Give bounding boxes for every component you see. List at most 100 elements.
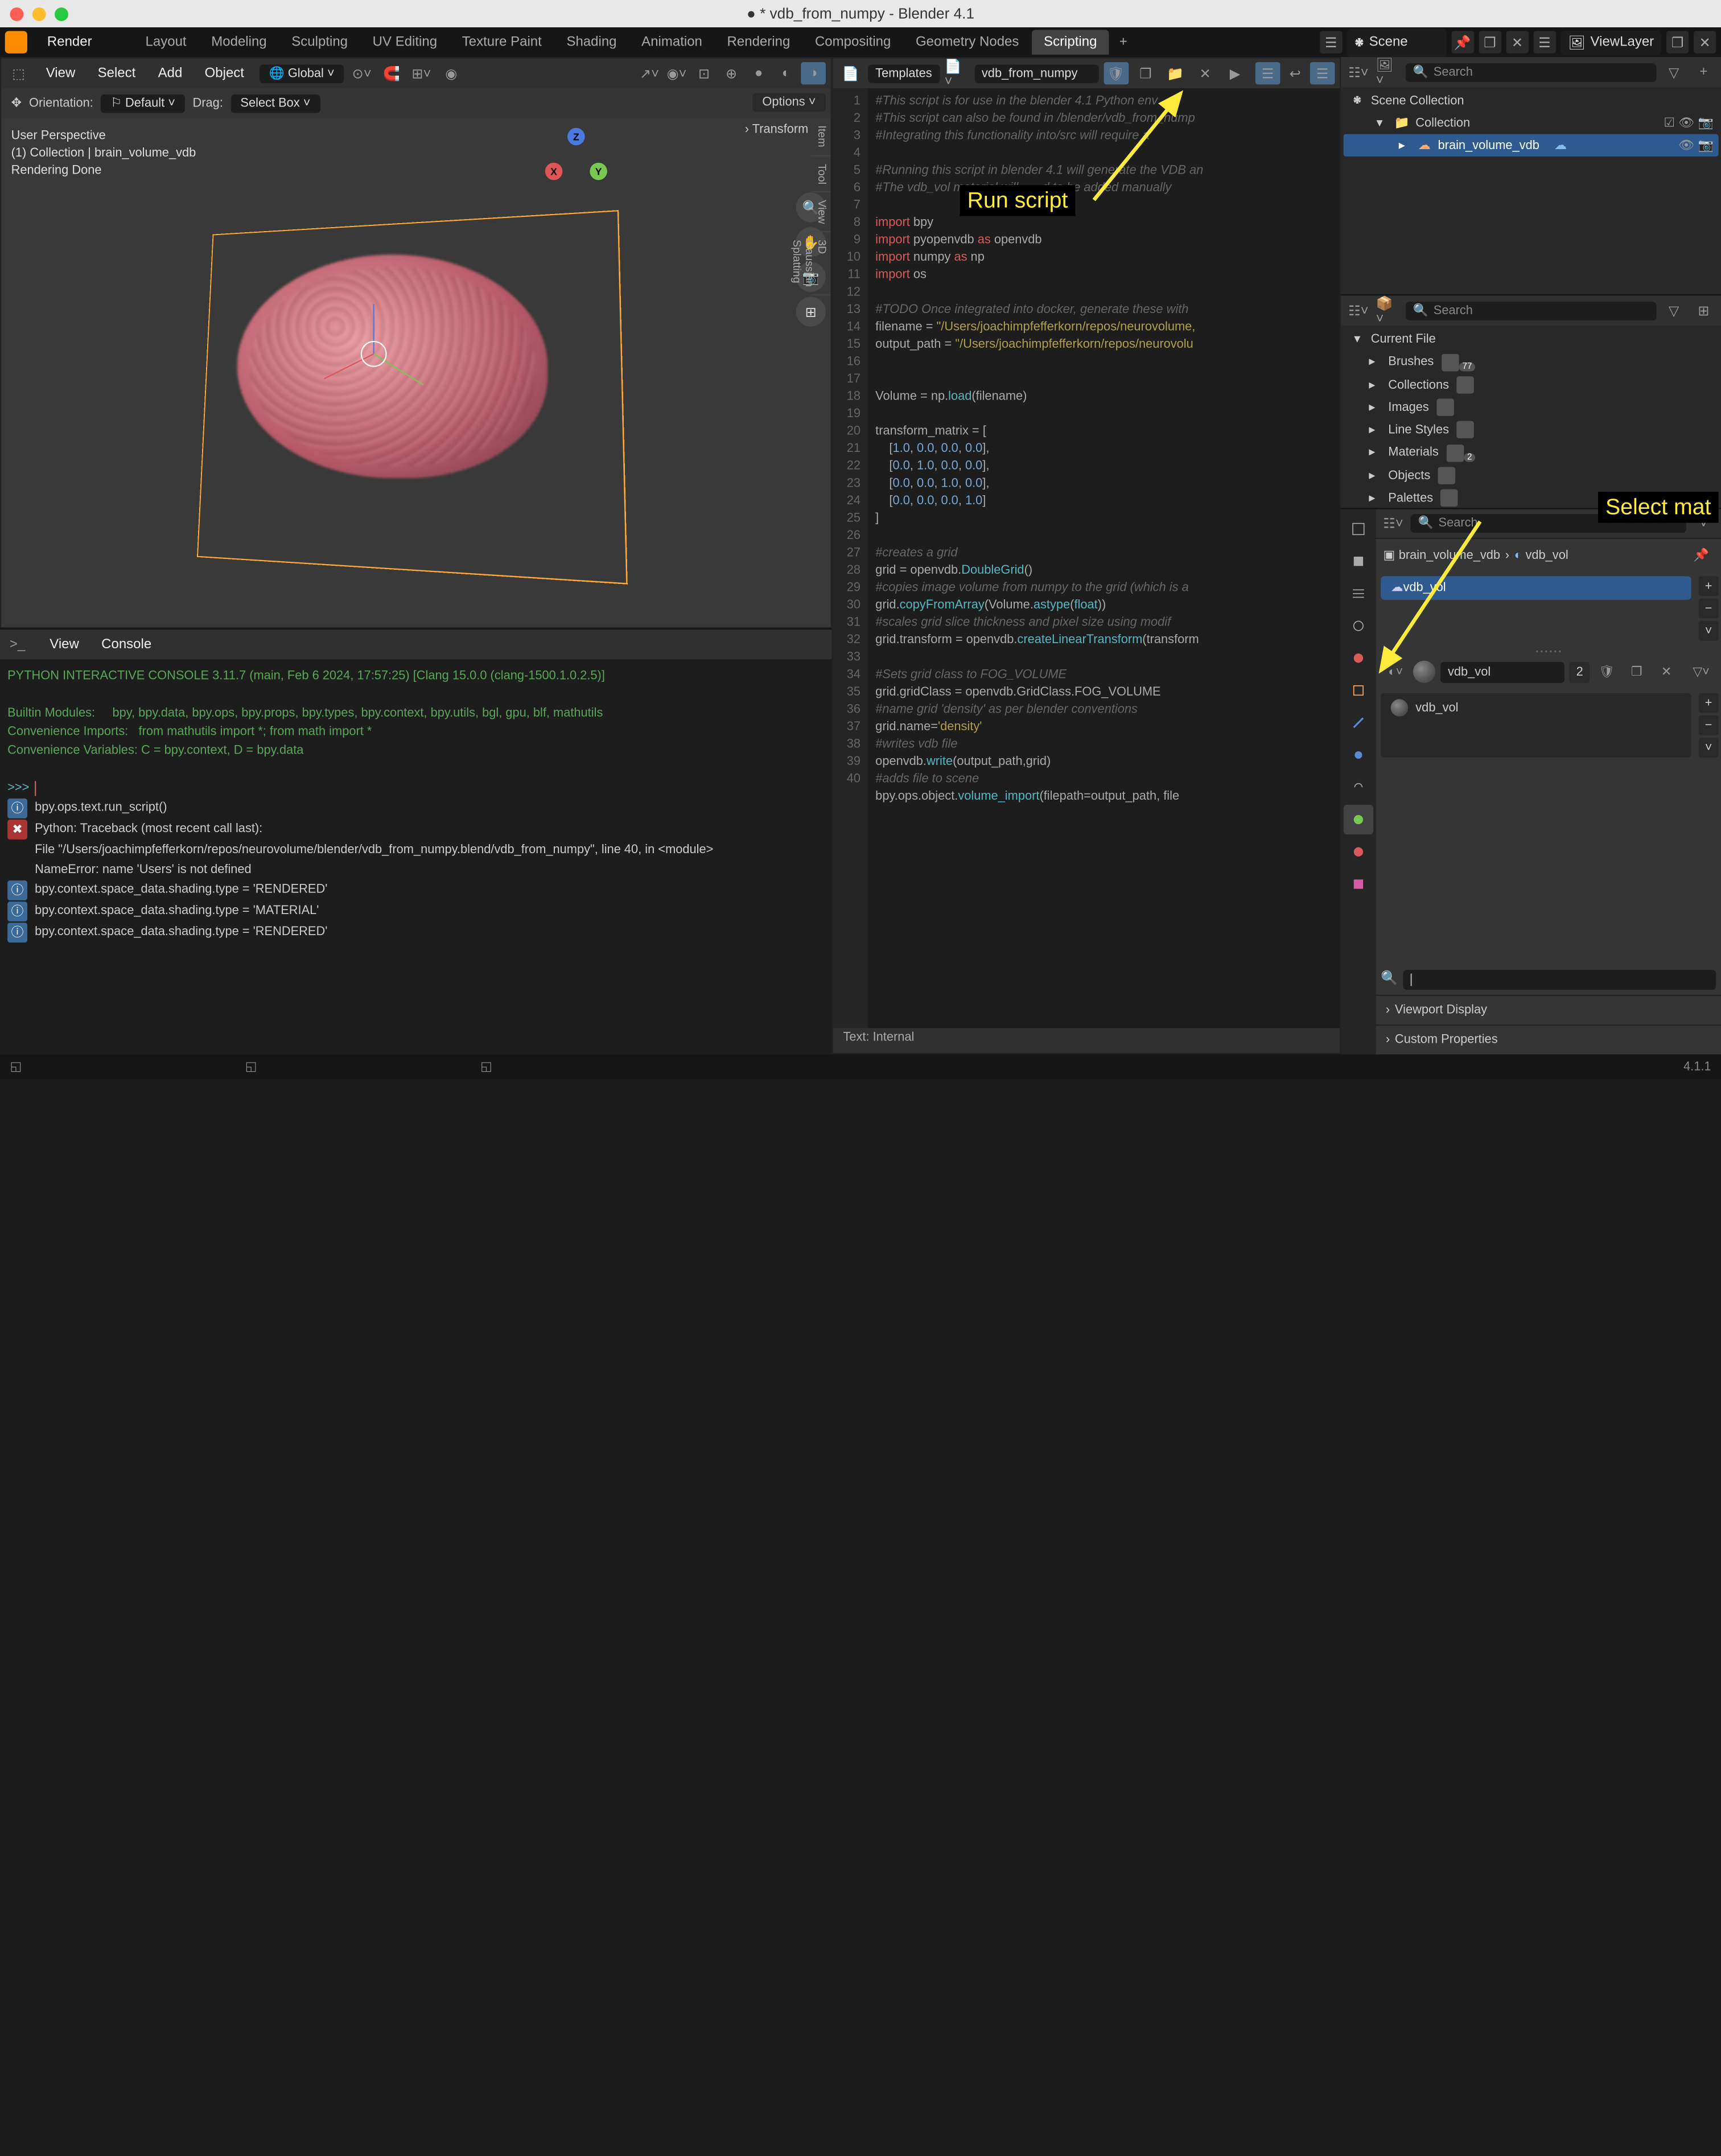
corner-widget[interactable]: ◱ (10, 1060, 22, 1073)
workspace-tab-compositing[interactable]: Compositing (802, 30, 903, 55)
overlay-dropdown[interactable]: ◉˅ (664, 62, 689, 84)
console-menu-console[interactable]: Console (92, 633, 162, 656)
prop-tab-constraints[interactable] (1344, 772, 1373, 802)
run-script-button[interactable]: ▶ (1222, 62, 1247, 84)
snap-dropdown[interactable]: ⊞˅ (409, 62, 434, 84)
slot-menu-button[interactable]: ˅ (1699, 621, 1719, 641)
pin-icon[interactable]: 📌 (1689, 544, 1714, 566)
outliner-search[interactable]: 🔍Search (1406, 63, 1657, 81)
templates-menu[interactable]: Templates (868, 64, 940, 83)
asset-category-images[interactable]: ▸Images (1344, 396, 1719, 418)
custom-properties-panel[interactable]: ›Custom Properties (1376, 1024, 1721, 1054)
new-text-button[interactable]: ❐ (1133, 62, 1158, 84)
close-window-button[interactable] (10, 7, 23, 20)
material-options[interactable]: ▽˅ (1689, 661, 1714, 683)
scene-browse-button[interactable]: ☰ (1320, 31, 1342, 54)
prop-tab-modifiers[interactable] (1344, 708, 1373, 738)
viewport-menu-add[interactable]: Add (148, 62, 192, 84)
corner-widget-2[interactable]: ◱ (245, 1060, 257, 1073)
checkbox-icon[interactable]: ☑ (1664, 116, 1675, 130)
properties-search[interactable]: 🔍Search (1411, 514, 1686, 533)
outliner-collection[interactable]: ▾📁Collection ☑👁📷 (1344, 112, 1719, 134)
material-users-count[interactable]: 2 (1570, 661, 1590, 682)
workspace-tab-geometry-nodes[interactable]: Geometry Nodes (903, 30, 1031, 55)
slot-add-button[interactable]: + (1699, 693, 1719, 713)
scene-name-field[interactable]: 🞹 Scene (1347, 28, 1447, 56)
prop-tab-scene[interactable] (1344, 611, 1373, 640)
camera-icon[interactable]: 📷 (1698, 116, 1714, 130)
data-outliner-type[interactable]: ☷˅ (1346, 299, 1371, 322)
remove-slot-button[interactable]: − (1699, 599, 1719, 619)
npanel-tab-tool[interactable]: Tool (811, 156, 831, 192)
material-browse-button[interactable]: ◐˅ (1384, 661, 1409, 683)
outliner-type[interactable]: ☷˅ (1346, 61, 1371, 83)
npanel-tab-item[interactable]: Item (811, 118, 831, 156)
text-editor-type[interactable]: 📄 (838, 62, 863, 84)
shading-solid[interactable]: ● (746, 62, 771, 84)
properties-options[interactable]: ˅ (1691, 512, 1716, 534)
viewlayer-name-field[interactable]: 🖼 ViewLayer (1561, 30, 1661, 54)
outliner-object-selected[interactable]: ▸☁brain_volume_vdb☁ 👁📷 (1344, 134, 1719, 157)
outliner[interactable]: ☷˅ 🖼˅ 🔍Search ▽ + 🞹Scene Collection ▾📁Co… (1341, 57, 1721, 295)
outliner-filter-button[interactable]: ▽ (1661, 61, 1686, 83)
eye-icon[interactable]: 👁 (1678, 116, 1694, 130)
line-numbers-toggle[interactable]: ☰ (1255, 62, 1281, 84)
proportional-toggle[interactable]: ◉ (439, 62, 464, 84)
prop-tab-render[interactable] (1344, 514, 1373, 544)
asset-category-collections[interactable]: ▸Collections (1344, 374, 1719, 396)
scene-pin-button[interactable]: 📌 (1451, 31, 1473, 54)
open-text-button[interactable]: 📁 (1163, 62, 1188, 84)
asset-category-objects[interactable]: ▸Objects (1344, 464, 1719, 487)
options-dropdown[interactable]: Options ˅ (752, 93, 826, 112)
material-search-field[interactable] (1403, 970, 1716, 990)
corner-widget-3[interactable]: ◱ (480, 1060, 492, 1073)
asset-category-line-styles[interactable]: ▸Line Styles (1344, 418, 1719, 441)
syntax-highlight-toggle[interactable]: ☰ (1310, 62, 1335, 84)
minimize-window-button[interactable] (32, 7, 46, 20)
navigation-gizmo[interactable]: Z X Y (545, 128, 607, 190)
prop-tab-output[interactable] (1344, 546, 1373, 576)
snap-toggle[interactable]: 🧲 (379, 62, 404, 84)
orientation-tool-dropdown[interactable]: ⚐ Default ˅ (101, 94, 186, 113)
outliner-new-collection[interactable]: + (1691, 61, 1716, 83)
prop-tab-viewlayer[interactable] (1344, 579, 1373, 608)
workspace-tab-scripting[interactable]: Scripting (1031, 30, 1109, 55)
viewport-display-panel[interactable]: ›Viewport Display (1376, 995, 1721, 1024)
camera-icon[interactable]: 📷 (1698, 138, 1714, 152)
shading-rendered[interactable]: ◑ (801, 62, 826, 84)
console-menu-view[interactable]: View (40, 633, 89, 656)
slot-remove-button[interactable]: − (1699, 715, 1719, 735)
maximize-window-button[interactable] (55, 7, 68, 20)
data-search[interactable]: 🔍Search (1406, 301, 1657, 320)
shield-icon[interactable]: 🛡 (1104, 62, 1129, 84)
pivot-dropdown[interactable]: ⊙˅ (349, 62, 374, 84)
asset-category-materials[interactable]: ▸Materials2 (1344, 441, 1719, 464)
add-workspace-button[interactable]: + (1112, 30, 1135, 55)
perspective-toggle-icon[interactable]: ⊞ (796, 297, 826, 326)
menu-render[interactable]: Render (37, 31, 105, 54)
workspace-tab-layout[interactable]: Layout (133, 30, 199, 55)
viewport-menu-object[interactable]: Object (195, 62, 254, 84)
prop-tab-texture[interactable] (1344, 869, 1373, 899)
material-slot-item[interactable]: vdb_vol (1384, 696, 1689, 721)
workspace-tab-sculpting[interactable]: Sculpting (279, 30, 360, 55)
gizmo-dropdown[interactable]: ↗˅ (637, 62, 662, 84)
unlink-text-button[interactable]: ✕ (1193, 62, 1218, 84)
unlink-material-button[interactable]: ✕ (1654, 661, 1679, 683)
xray-toggle[interactable]: ⊡ (691, 62, 717, 84)
text-editor[interactable]: 📄 Templates 📄˅ vdb_from_numpy 🛡 ❐ 📁 ✕ ▶ … (832, 57, 1341, 1054)
workspace-tab-texture-paint[interactable]: Texture Paint (450, 30, 554, 55)
viewlayer-new-button[interactable]: ❐ (1666, 31, 1689, 54)
text-name-field[interactable]: vdb_from_numpy (974, 64, 1098, 83)
workspace-tab-animation[interactable]: Animation (629, 30, 714, 55)
workspace-tab-shading[interactable]: Shading (554, 30, 629, 55)
prop-tab-object[interactable] (1344, 676, 1373, 705)
asset-category-palettes[interactable]: ▸Palettes (1344, 487, 1719, 508)
asset-category-brushes[interactable]: ▸Brushes77 (1344, 350, 1719, 373)
npanel-tab-view[interactable]: View (811, 192, 831, 233)
eye-icon[interactable]: 👁 (1678, 138, 1694, 152)
workspace-tab-uv-editing[interactable]: UV Editing (360, 30, 450, 55)
prop-tab-world[interactable] (1344, 643, 1373, 673)
prop-tab-data[interactable] (1344, 805, 1373, 834)
workspace-tab-rendering[interactable]: Rendering (715, 30, 802, 55)
